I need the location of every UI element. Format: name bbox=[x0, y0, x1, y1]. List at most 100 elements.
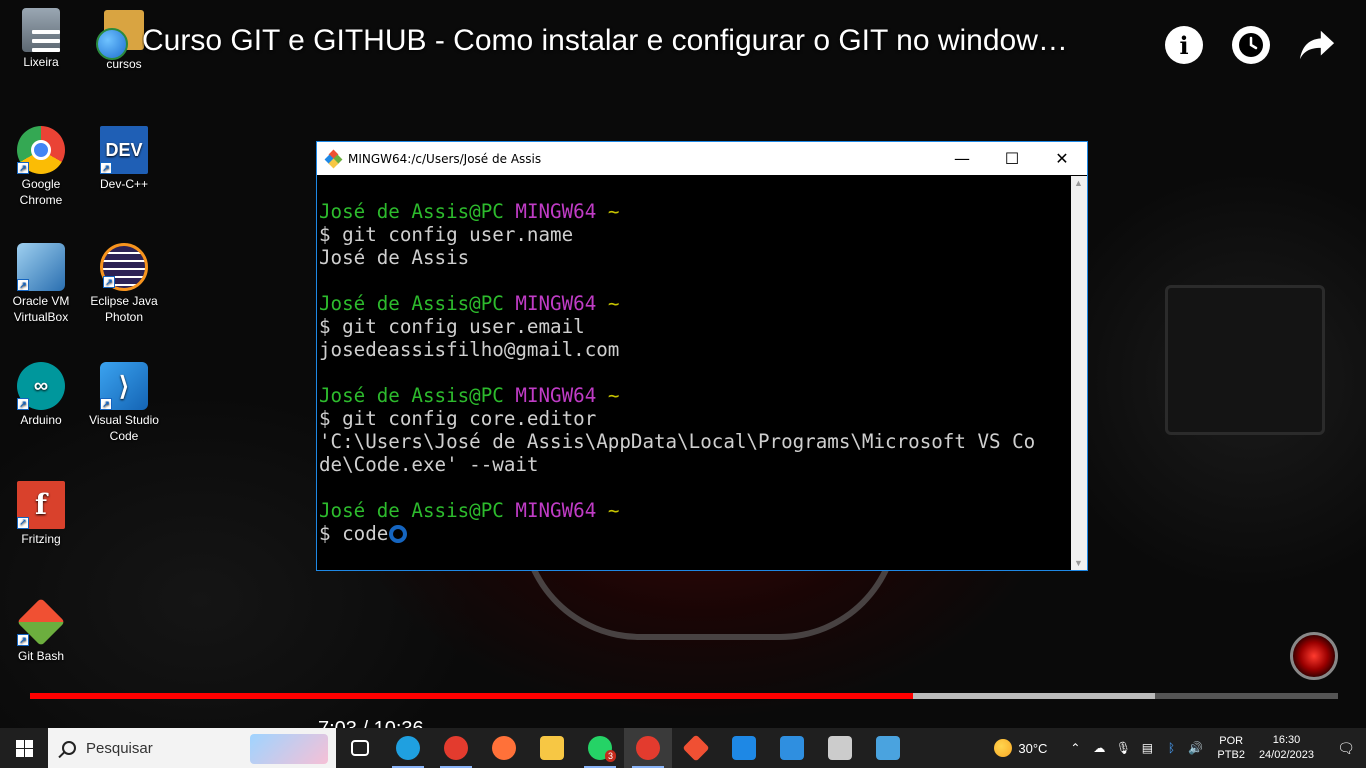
progress-played bbox=[30, 693, 913, 699]
output-line: josedeassisfilho@gmail.com bbox=[319, 338, 620, 361]
desktop-icon-label: Visual Studio Code bbox=[89, 413, 159, 443]
taskbar-app-git-gui[interactable] bbox=[672, 728, 720, 768]
eclipse-icon: ↗ bbox=[100, 243, 148, 291]
scroll-down-icon[interactable]: ▼ bbox=[1074, 558, 1083, 568]
firefox-icon bbox=[492, 736, 516, 760]
current-input[interactable]: $ code bbox=[319, 522, 388, 545]
output-line: 'C:\Users\José de Assis\AppData\Local\Pr… bbox=[319, 430, 1036, 453]
desktop-icon-label: Fritzing bbox=[21, 532, 61, 546]
input-line[interactable]: $ code bbox=[319, 522, 1071, 545]
git-gui-icon bbox=[682, 734, 710, 762]
notification-icon[interactable]: 🗨 bbox=[1326, 740, 1366, 757]
desktop-icon-dev-cpp[interactable]: DEV ↗ Dev-C++ bbox=[84, 126, 164, 192]
info-icon[interactable]: i bbox=[1165, 26, 1203, 64]
fritzing-icon: f ↗ bbox=[17, 481, 65, 529]
taskbar-app-vpn-shield[interactable] bbox=[720, 728, 768, 768]
search-icon bbox=[62, 741, 76, 755]
mintty-window[interactable]: MINGW64:/c/Users/José de Assis — ☐ ✕ ▲ ▼… bbox=[316, 141, 1088, 571]
taskbar-app-chrome-profile[interactable] bbox=[624, 728, 672, 768]
desktop-icon-eclipse[interactable]: ↗ Eclipse Java Photon bbox=[84, 243, 164, 325]
prompt-line: José de Assis@PC MINGW64 ~ bbox=[319, 384, 620, 407]
network-icon[interactable]: ▤ bbox=[1135, 741, 1159, 755]
taskbar-app-whatsapp[interactable]: 3 bbox=[576, 728, 624, 768]
taskbar-app-vscode[interactable] bbox=[768, 728, 816, 768]
prompt-line: José de Assis@PC MINGW64 ~ bbox=[319, 499, 620, 522]
search-highlight-art bbox=[250, 734, 328, 764]
taskbar-clock[interactable]: 16:30 24/02/2023 bbox=[1259, 733, 1314, 763]
git-logo-icon bbox=[324, 149, 343, 168]
scroll-up-icon[interactable]: ▲ bbox=[1074, 178, 1083, 188]
taskbar-apps: 3 bbox=[336, 728, 912, 768]
volume-icon[interactable]: 🔊 bbox=[1183, 741, 1207, 755]
search-placeholder: Pesquisar bbox=[86, 739, 153, 757]
close-button[interactable]: ✕ bbox=[1037, 142, 1087, 175]
maximize-button[interactable]: ☐ bbox=[987, 142, 1037, 175]
channel-avatar[interactable] bbox=[96, 28, 128, 60]
desktop-icon-git-bash[interactable]: ↗ Git Bash bbox=[1, 597, 81, 664]
window-titlebar[interactable]: MINGW64:/c/Users/José de Assis — ☐ ✕ bbox=[317, 142, 1087, 175]
taskbar-app-task-view[interactable] bbox=[336, 728, 384, 768]
weather-temp: 30°C bbox=[1018, 740, 1048, 756]
output-line: de\Code.exe' --wait bbox=[319, 453, 539, 476]
window-title: MINGW64:/c/Users/José de Assis bbox=[348, 151, 542, 166]
chrome-icon bbox=[444, 736, 468, 760]
taskbar-app-terminal[interactable] bbox=[816, 728, 864, 768]
vscode-icon: ⟩ ↗ bbox=[100, 362, 148, 410]
taskbar-app-firefox[interactable] bbox=[480, 728, 528, 768]
arduino-icon: ∞ ↗ bbox=[17, 362, 65, 410]
desktop-icon-google-chrome[interactable]: ↗ Google Chrome bbox=[1, 126, 81, 208]
git-bash-icon: ↗ bbox=[16, 597, 66, 647]
taskbar-search[interactable]: Pesquisar bbox=[48, 728, 336, 768]
desktop-icon-virtualbox[interactable]: ↗ Oracle VM VirtualBox bbox=[1, 243, 81, 325]
prompt-line: José de Assis@PC MINGW64 ~ bbox=[319, 200, 620, 223]
terminal-output[interactable]: José de Assis@PC MINGW64 ~ $ git config u… bbox=[319, 200, 1071, 545]
clock-date: 24/02/2023 bbox=[1258, 749, 1314, 761]
clock-time: 16:30 bbox=[1272, 734, 1301, 746]
vscode-icon bbox=[780, 736, 804, 760]
video-frame[interactable]: Lixeira cursos ↗ Google Chrome DEV ↗ Dev-… bbox=[0, 0, 1366, 728]
video-time: 7:03 / 10:36 bbox=[318, 718, 424, 728]
system-tray: 30°C ⌃ ☁ 🎙 ▤ ᛒ 🔊 POR PTB2 16:30 24/02/20… bbox=[994, 728, 1366, 768]
taskbar-app-photos[interactable] bbox=[864, 728, 912, 768]
onedrive-icon[interactable]: ☁ bbox=[1087, 741, 1111, 755]
lang-code: POR bbox=[1219, 735, 1244, 747]
mouse-cursor-highlight bbox=[389, 525, 408, 543]
start-button[interactable] bbox=[0, 728, 48, 768]
weather-widget[interactable]: 30°C bbox=[994, 739, 1047, 757]
video-title[interactable]: Curso GIT e GITHUB - Como instalar e con… bbox=[142, 24, 1152, 58]
minimize-button[interactable]: — bbox=[937, 142, 987, 175]
desktop-icon-fritzing[interactable]: f ↗ Fritzing bbox=[1, 481, 81, 547]
language-indicator[interactable]: POR PTB2 bbox=[1217, 734, 1245, 762]
edge-icon bbox=[396, 736, 420, 760]
chrome-icon: ↗ bbox=[17, 126, 65, 174]
chrome-profile-icon bbox=[636, 736, 660, 760]
file-explorer-icon bbox=[540, 736, 564, 760]
share-icon[interactable] bbox=[1298, 26, 1336, 64]
chevron-up-icon[interactable]: ⌃ bbox=[1063, 741, 1087, 755]
taskbar-app-edge[interactable] bbox=[384, 728, 432, 768]
hal-eye-icon bbox=[1290, 632, 1338, 680]
command-line: $ git config user.email bbox=[319, 315, 585, 338]
notification-badge: 3 bbox=[604, 750, 616, 762]
desktop-icon-arduino[interactable]: ∞ ↗ Arduino bbox=[1, 362, 81, 428]
bluetooth-icon[interactable]: ᛒ bbox=[1159, 741, 1183, 755]
weather-icon bbox=[994, 739, 1013, 757]
video-progress-bar[interactable] bbox=[30, 693, 1338, 699]
taskbar: Pesquisar 3 30°C ⌃ ☁ 🎙 ▤ ᛒ 🔊 POR PTB2 16… bbox=[0, 728, 1366, 768]
taskbar-app-file-explorer[interactable] bbox=[528, 728, 576, 768]
prompt-line: José de Assis@PC MINGW64 ~ bbox=[319, 292, 620, 315]
virtualbox-icon: ↗ bbox=[17, 243, 65, 291]
desktop-icon-label: Arduino bbox=[20, 413, 62, 427]
mic-icon[interactable]: 🎙 bbox=[1111, 741, 1135, 755]
desktop-icon-label: Git Bash bbox=[17, 649, 65, 663]
command-line: $ git config user.name bbox=[319, 223, 574, 246]
desktop-icon-label: Google Chrome bbox=[19, 177, 63, 207]
watch-later-icon[interactable] bbox=[1232, 26, 1270, 64]
taskbar-app-chrome[interactable] bbox=[432, 728, 480, 768]
vpn-shield-icon bbox=[732, 736, 756, 760]
keyboard-layout: PTB2 bbox=[1217, 749, 1245, 761]
desktop-icon-vscode[interactable]: ⟩ ↗ Visual Studio Code bbox=[84, 362, 164, 444]
scrollbar[interactable]: ▲ ▼ bbox=[1071, 176, 1087, 570]
photos-icon bbox=[876, 736, 900, 760]
menu-icon[interactable] bbox=[32, 30, 60, 58]
